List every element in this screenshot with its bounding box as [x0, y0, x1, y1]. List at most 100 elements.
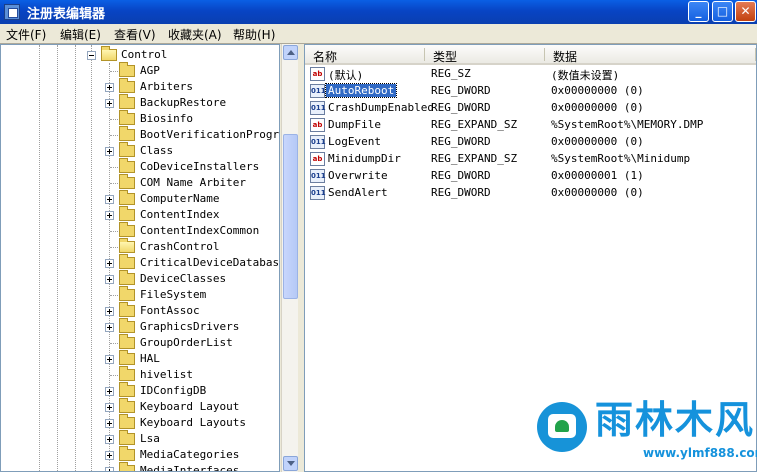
expand-icon[interactable]: [105, 195, 114, 204]
tree-item-backuprestore[interactable]: BackupRestore: [1, 94, 279, 111]
tree-item-agp[interactable]: AGP: [1, 62, 279, 79]
tree-item-label: Class: [140, 144, 174, 157]
tree-item-filesystem[interactable]: FileSystem: [1, 286, 279, 303]
value-name: DumpFile: [328, 118, 381, 131]
tree-scrollbar[interactable]: [281, 44, 298, 472]
tree-item-keyboard-layouts[interactable]: Keyboard Layouts: [1, 414, 279, 431]
value-row[interactable]: ab MinidumpDir REG_EXPAND_SZ %SystemRoot…: [305, 151, 756, 168]
value-row[interactable]: 011 SendAlert REG_DWORD 0x00000000 (0): [305, 185, 756, 202]
folder-icon: [119, 318, 135, 333]
open-folder-icon: [119, 238, 135, 253]
tree-item-class[interactable]: Class: [1, 142, 279, 159]
folder-icon: [119, 286, 135, 301]
value-name: LogEvent: [328, 135, 381, 148]
tree-item-contentindexcommon[interactable]: ContentIndexCommon: [1, 222, 279, 239]
menu-favorites[interactable]: 收藏夹(A): [168, 26, 222, 43]
scroll-up-button[interactable]: [283, 45, 298, 60]
tree-item-crashcontrol[interactable]: CrashControl: [1, 238, 279, 255]
tree-item-control[interactable]: Control: [1, 46, 279, 63]
expand-icon[interactable]: [105, 99, 114, 108]
tree-item-mediacategories[interactable]: MediaCategories: [1, 446, 279, 463]
menu-edit[interactable]: 编辑(E): [60, 26, 101, 43]
folder-icon: [119, 206, 135, 221]
folder-icon: [119, 222, 135, 237]
tree-item-label: GroupOrderList: [140, 336, 233, 349]
column-header-name[interactable]: 名称: [305, 45, 425, 65]
expand-icon[interactable]: [105, 83, 114, 92]
expand-icon[interactable]: [105, 307, 114, 316]
value-data: 0x00000000 (0): [551, 135, 644, 148]
column-header-data[interactable]: 数据: [545, 45, 756, 65]
tree-item-label: IDConfigDB: [140, 384, 207, 397]
folder-icon: [119, 254, 135, 269]
menu-file[interactable]: 文件(F): [6, 26, 46, 43]
tree-item-label: Lsa: [140, 432, 160, 445]
watermark-text: 雨林木风: [595, 398, 756, 442]
expand-icon[interactable]: [105, 275, 114, 284]
expand-icon[interactable]: [105, 147, 114, 156]
tree-item-label: MediaCategories: [140, 448, 240, 461]
tree-item-criticaldevicedatabase[interactable]: CriticalDeviceDatabase: [1, 254, 279, 271]
scroll-down-button[interactable]: [283, 456, 298, 471]
value-row[interactable]: ab (默认) REG_SZ (数值未设置): [305, 66, 756, 83]
registry-key-tree[interactable]: Control AGP Arbiters BackupRestore Biosi…: [0, 44, 280, 472]
tree-item-keyboard-layout[interactable]: Keyboard Layout: [1, 398, 279, 415]
value-name: SendAlert: [328, 186, 388, 199]
value-row[interactable]: ab DumpFile REG_EXPAND_SZ %SystemRoot%\M…: [305, 117, 756, 134]
expand-icon[interactable]: [105, 451, 114, 460]
folder-icon: [119, 462, 135, 471]
folder-icon: [119, 142, 135, 157]
expand-icon[interactable]: [105, 403, 114, 412]
tree-item-grouporderlist[interactable]: GroupOrderList: [1, 334, 279, 351]
value-data: 0x00000000 (0): [551, 186, 644, 199]
menu-view[interactable]: 查看(V): [114, 26, 156, 43]
value-type: REG_EXPAND_SZ: [431, 152, 518, 165]
tree-item-bootverificationprogram[interactable]: BootVerificationProgram: [1, 126, 279, 143]
expand-icon[interactable]: [105, 323, 114, 332]
tree-item-arbiters[interactable]: Arbiters: [1, 78, 279, 95]
value-row[interactable]: 011 AutoReboot REG_DWORD 0x00000000 (0): [305, 83, 756, 100]
value-row[interactable]: 011 Overwrite REG_DWORD 0x00000001 (1): [305, 168, 756, 185]
value-data: 0x00000000 (0): [551, 101, 644, 114]
menu-help[interactable]: 帮助(H): [233, 26, 275, 43]
folder-icon: [119, 110, 135, 125]
regedit-app-icon: [4, 4, 20, 20]
close-button[interactable]: ✕: [735, 1, 756, 22]
tree-item-contentindex[interactable]: ContentIndex: [1, 206, 279, 223]
tree-item-lsa[interactable]: Lsa: [1, 430, 279, 447]
tree-item-idconfigdb[interactable]: IDConfigDB: [1, 382, 279, 399]
tree-item-com-name-arbiter[interactable]: COM Name Arbiter: [1, 174, 279, 191]
maximize-button[interactable]: □: [712, 1, 733, 22]
expand-icon[interactable]: [105, 259, 114, 268]
expand-icon[interactable]: [105, 467, 114, 471]
value-row[interactable]: 011 LogEvent REG_DWORD 0x00000000 (0): [305, 134, 756, 151]
expand-icon[interactable]: [105, 419, 114, 428]
expand-icon[interactable]: [105, 355, 114, 364]
expand-icon[interactable]: [105, 211, 114, 220]
tree-item-label: MediaInterfaces: [140, 464, 240, 472]
value-type: REG_DWORD: [431, 101, 491, 114]
collapse-icon[interactable]: [87, 51, 96, 60]
value-row[interactable]: 011 CrashDumpEnabled REG_DWORD 0x0000000…: [305, 100, 756, 117]
folder-icon: [119, 334, 135, 349]
title-bar[interactable]: 注册表编辑器 _ □ ✕: [0, 0, 757, 24]
tree-item-fontassoc[interactable]: FontAssoc: [1, 302, 279, 319]
tree-item-label: COM Name Arbiter: [140, 176, 246, 189]
tree-item-graphicsdrivers[interactable]: GraphicsDrivers: [1, 318, 279, 335]
expand-icon[interactable]: [105, 387, 114, 396]
menu-bar: 文件(F) 编辑(E) 查看(V) 收藏夹(A) 帮助(H): [0, 24, 757, 44]
ylmf-logo-icon: [537, 402, 587, 452]
tree-item-mediainterfaces[interactable]: MediaInterfaces: [1, 462, 279, 472]
tree-item-biosinfo[interactable]: Biosinfo: [1, 110, 279, 127]
folder-icon: [119, 270, 135, 285]
expand-icon[interactable]: [105, 435, 114, 444]
minimize-button[interactable]: _: [688, 1, 709, 22]
tree-item-hal[interactable]: HAL: [1, 350, 279, 367]
tree-item-computername[interactable]: ComputerName: [1, 190, 279, 207]
tree-item-hivelist[interactable]: hivelist: [1, 366, 279, 383]
scroll-thumb[interactable]: [283, 134, 298, 299]
tree-item-deviceclasses[interactable]: DeviceClasses: [1, 270, 279, 287]
column-header-type[interactable]: 类型: [425, 45, 545, 65]
tree-item-label: CrashControl: [140, 240, 220, 253]
tree-item-codeviceinstallers[interactable]: CoDeviceInstallers: [1, 158, 279, 175]
